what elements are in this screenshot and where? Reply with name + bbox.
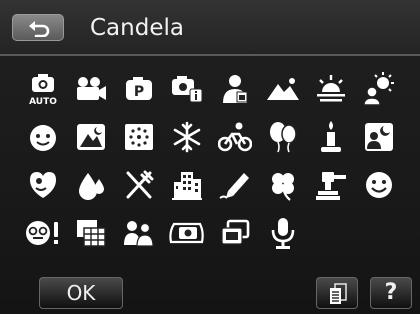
water-drop-icon[interactable] xyxy=(70,164,112,206)
building-icon[interactable] xyxy=(166,164,208,206)
coupon-camera-icon[interactable] xyxy=(166,212,208,254)
auto-label: AUTO xyxy=(29,97,57,106)
camera-info-icon[interactable] xyxy=(166,68,208,110)
display-mode-icon xyxy=(330,283,347,304)
voice-recording-icon[interactable] xyxy=(262,212,304,254)
scene-mode-screen: Candela AUTO P OK ? xyxy=(0,0,420,314)
sunset-icon[interactable] xyxy=(310,68,352,110)
night-scene-icon[interactable] xyxy=(70,116,112,158)
sports-bicycle-icon[interactable] xyxy=(214,116,256,158)
movie-camera-icon[interactable] xyxy=(70,68,112,110)
multi-frame-icon[interactable] xyxy=(214,212,256,254)
page-title: Candela xyxy=(90,15,184,41)
back-button[interactable] xyxy=(12,14,64,41)
back-arrow-icon xyxy=(29,21,50,37)
night-portrait-icon[interactable] xyxy=(358,116,400,158)
food-icon[interactable] xyxy=(118,164,160,206)
auction-icon[interactable] xyxy=(310,164,352,206)
landscape-icon[interactable] xyxy=(262,68,304,110)
blink-detection-icon[interactable] xyxy=(22,212,64,254)
candlelight-icon[interactable] xyxy=(310,116,352,158)
fireworks-icon[interactable] xyxy=(118,116,160,158)
program-p-icon[interactable]: P xyxy=(118,68,160,110)
backlight-icon[interactable] xyxy=(358,68,400,110)
soft-skin-icon[interactable] xyxy=(22,164,64,206)
portrait-icon[interactable] xyxy=(214,68,256,110)
help-button[interactable]: ? xyxy=(370,277,412,309)
p-label: P xyxy=(134,84,144,100)
text-pencil-icon[interactable] xyxy=(214,164,256,206)
snow-icon[interactable] xyxy=(166,116,208,158)
collage-frame-icon[interactable] xyxy=(70,212,112,254)
smile-capture-icon[interactable] xyxy=(358,164,400,206)
ok-button[interactable]: OK xyxy=(39,277,123,309)
leaf-clover-icon[interactable] xyxy=(262,164,304,206)
title-bar: Candela xyxy=(0,0,420,56)
display-mode-button[interactable] xyxy=(316,277,358,309)
party-balloon-icon[interactable] xyxy=(262,116,304,158)
auto-camera-icon[interactable]: AUTO xyxy=(22,68,64,110)
kids-face-icon[interactable] xyxy=(22,116,64,158)
pre-composition-icon[interactable] xyxy=(118,212,160,254)
